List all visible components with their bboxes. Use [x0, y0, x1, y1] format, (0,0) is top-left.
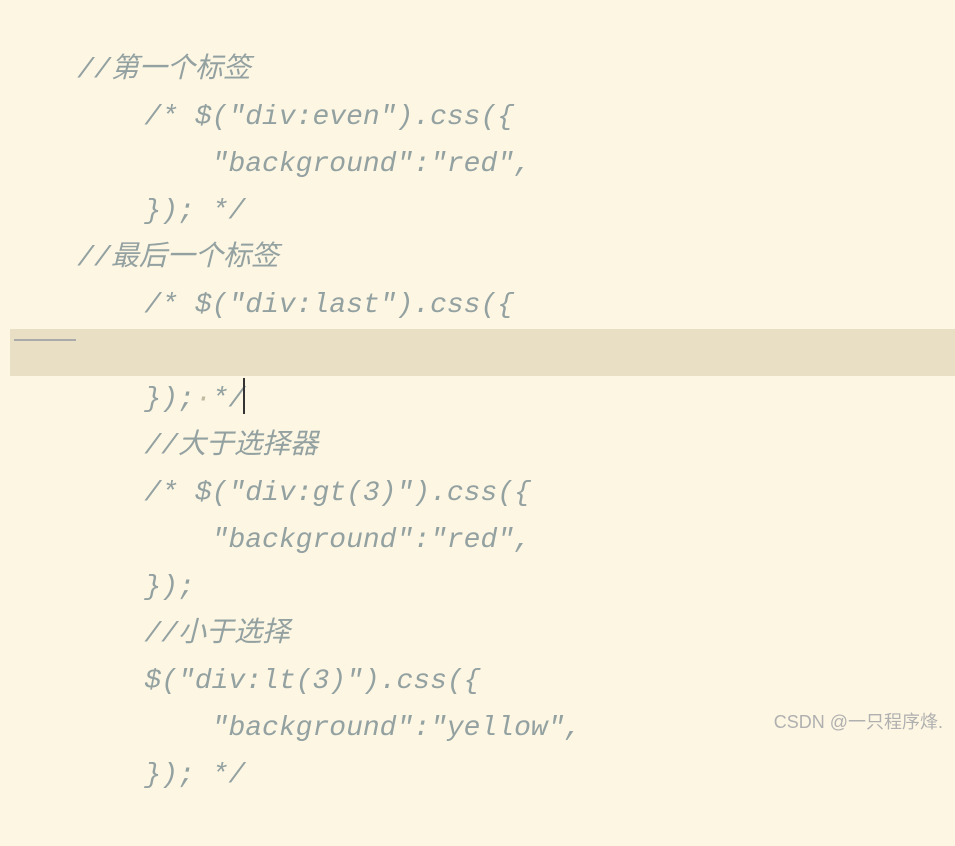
code-line[interactable]: }); */ [10, 141, 955, 188]
code-line[interactable]: /* $("div:even").css({ [10, 47, 955, 94]
bracket-match-indicator [14, 339, 76, 341]
code-line[interactable]: //最后一个标签 [10, 188, 955, 235]
code-text: }); */ [77, 760, 245, 791]
code-line[interactable]: //小于选择 [10, 564, 955, 611]
code-line[interactable]: "background":"red", [10, 282, 955, 329]
code-line[interactable]: //第一个标签 [10, 0, 955, 47]
watermark-text: CSDN @一只程序烽. [774, 708, 943, 734]
code-line[interactable]: "background":"yellow", [10, 658, 955, 705]
code-line[interactable]: //大于选择器 [10, 376, 955, 423]
code-line[interactable]: "background":"red", [10, 94, 955, 141]
code-line-active[interactable]: });·*/ [10, 329, 955, 376]
code-line[interactable]: $("div:lt(3)").css({ [10, 611, 955, 658]
code-editor[interactable]: //第一个标签 /* $("div:even").css({ "backgrou… [0, 0, 955, 752]
code-line[interactable]: "background":"red", [10, 470, 955, 517]
code-line[interactable]: /* $("div:gt(3)").css({ [10, 423, 955, 470]
code-line[interactable]: }); [10, 517, 955, 564]
code-line[interactable]: /* $("div:last").css({ [10, 235, 955, 282]
